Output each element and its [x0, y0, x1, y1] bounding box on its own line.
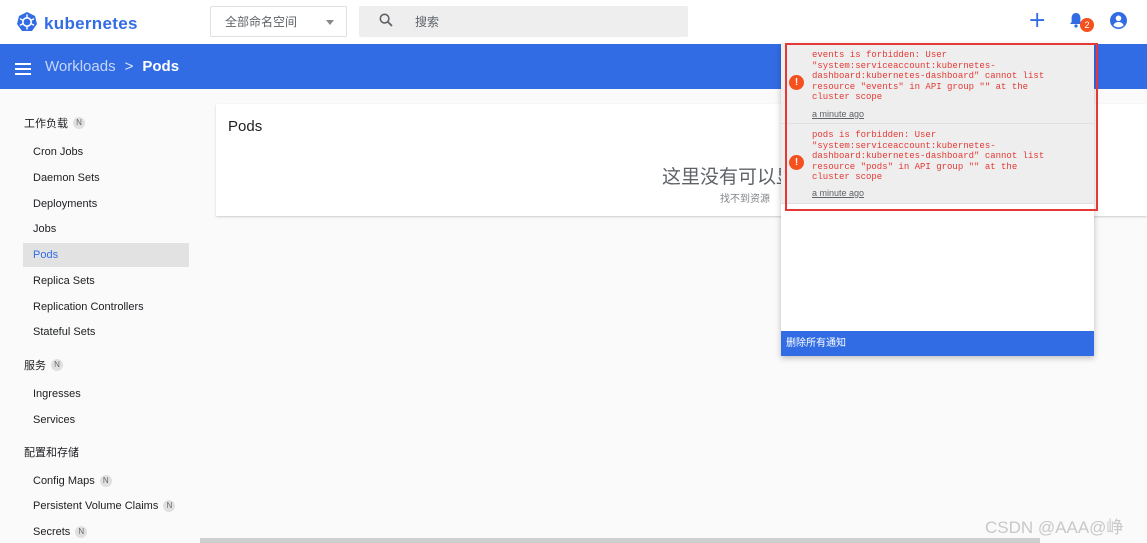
sidebar-item-secrets[interactable]: Secrets N	[23, 520, 189, 543]
notification-time: a minute ago	[812, 109, 865, 119]
section-title: 配置和存储	[24, 447, 79, 459]
notification-item[interactable]: ! events is forbidden: User "system:serv…	[781, 44, 1094, 124]
breadcrumb-workloads-link[interactable]: Workloads	[45, 58, 116, 75]
sidebar-item-ingresses[interactable]: Ingresses	[23, 382, 189, 406]
search-icon	[359, 13, 415, 30]
sidebar-item-cron-jobs[interactable]: Cron Jobs	[23, 140, 189, 164]
namespaced-badge: N	[51, 359, 63, 371]
breadcrumb-current: Pods	[142, 58, 180, 75]
namespaced-badge: N	[163, 500, 176, 512]
namespace-selector[interactable]: 全部命名空间	[210, 6, 347, 37]
namespaced-badge: N	[99, 475, 112, 487]
dropdown-caret-icon	[326, 20, 334, 25]
sidebar-item-deployments[interactable]: Deployments	[23, 192, 189, 216]
sidebar-item-services[interactable]: Services	[23, 408, 189, 432]
section-title: 服务	[24, 360, 46, 372]
notification-message: pods is forbidden: User "system:servicea…	[812, 130, 1045, 183]
watermark: CSDN @AAA@峥	[985, 518, 1124, 537]
section-title: 工作负载	[24, 118, 68, 130]
kubernetes-logo-icon	[16, 11, 38, 37]
notification-item[interactable]: ! pods is forbidden: User "system:servic…	[781, 124, 1094, 204]
account-icon[interactable]	[1109, 11, 1128, 34]
sidebar-section-config[interactable]: 配置和存储	[24, 444, 79, 460]
item-label: Persistent Volume Claims	[33, 500, 159, 512]
sidebar-item-pods[interactable]: Pods	[23, 243, 189, 267]
sidebar-item-persistent-volume-claims[interactable]: Persistent Volume Claims N	[23, 494, 189, 518]
sidebar-section-workloads[interactable]: 工作负载 N	[24, 115, 85, 131]
item-label: Config Maps	[33, 475, 95, 487]
namespaced-badge: N	[73, 117, 85, 129]
notification-message: events is forbidden: User "system:servic…	[812, 50, 1045, 103]
error-icon: !	[789, 75, 804, 90]
sidebar: 工作负载 N Cron Jobs Daemon Sets Deployments…	[0, 89, 200, 543]
error-icon: !	[789, 155, 804, 170]
create-plus-icon[interactable]: +	[1028, 9, 1046, 33]
card-title: Pods	[228, 118, 263, 135]
sidebar-item-stateful-sets[interactable]: Stateful Sets	[23, 320, 189, 344]
sidebar-item-config-maps[interactable]: Config Maps N	[23, 469, 189, 493]
horizontal-scrollbar[interactable]	[200, 538, 1040, 543]
namespaced-badge: N	[75, 526, 88, 538]
search-input[interactable]: 搜索	[359, 6, 688, 37]
logo[interactable]: kubernetes	[16, 11, 138, 37]
sidebar-item-replication-controllers[interactable]: Replication Controllers	[23, 295, 189, 319]
logo-text: kubernetes	[44, 14, 138, 33]
search-placeholder: 搜索	[415, 15, 440, 29]
breadcrumb: Workloads > Pods	[45, 58, 179, 75]
item-label: Secrets	[33, 526, 71, 538]
notification-panel: ! events is forbidden: User "system:serv…	[781, 44, 1094, 356]
empty-state-title: 这里没有可以显	[662, 166, 796, 188]
sidebar-item-daemon-sets[interactable]: Daemon Sets	[23, 166, 189, 190]
sidebar-item-jobs[interactable]: Jobs	[23, 217, 189, 241]
namespace-value: 全部命名空间	[225, 15, 298, 29]
hamburger-menu-icon[interactable]	[15, 60, 31, 79]
notification-count-badge: 2	[1080, 18, 1094, 32]
breadcrumb-separator: >	[124, 58, 134, 75]
empty-state-subtitle: 找不到资源	[720, 194, 770, 205]
notification-time: a minute ago	[812, 188, 865, 198]
top-bar: kubernetes 全部命名空间 搜索 + 2	[0, 0, 1147, 44]
clear-all-notifications-button[interactable]: 删除所有通知	[781, 331, 1094, 356]
sidebar-item-replica-sets[interactable]: Replica Sets	[23, 269, 189, 293]
sidebar-section-service[interactable]: 服务 N	[24, 357, 63, 373]
